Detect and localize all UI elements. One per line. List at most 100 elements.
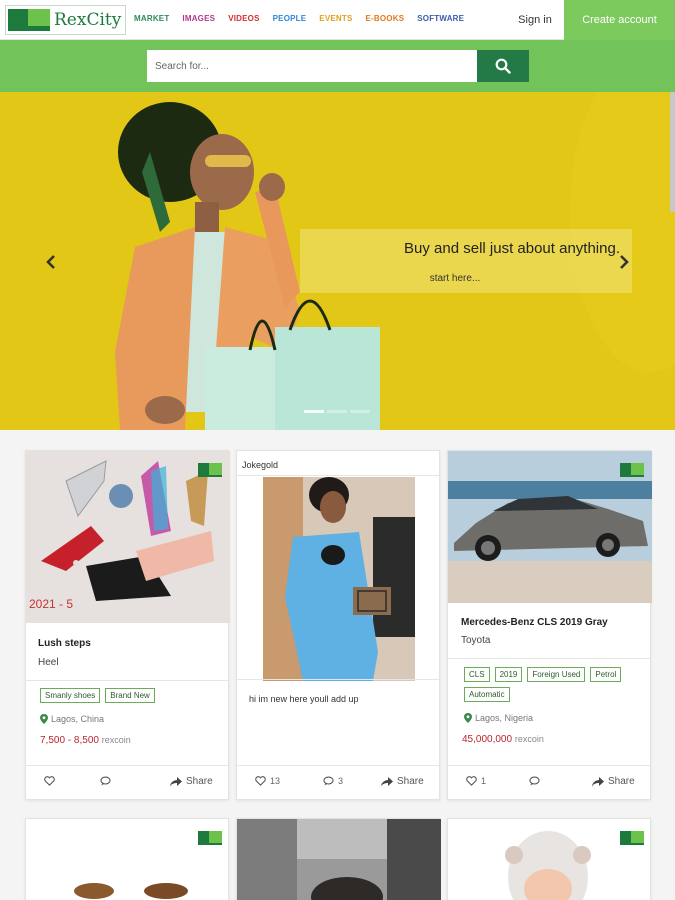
nav-videos[interactable]: VIDEOS: [228, 14, 259, 23]
hero-start-link[interactable]: start here...: [400, 273, 510, 284]
listing-card[interactable]: 2021 - 5 Lush steps Heel Smanly shoes Br…: [25, 450, 230, 800]
share-icon: [170, 776, 182, 786]
search-input[interactable]: [147, 50, 477, 82]
share-button[interactable]: Share: [381, 776, 424, 787]
comment-count: 3: [338, 776, 344, 786]
like-button[interactable]: [44, 776, 59, 786]
map-pin-icon: [40, 714, 48, 724]
card-divider: [237, 475, 439, 476]
hero-carousel: Buy and sell just about anything. start …: [0, 92, 675, 430]
comment-button[interactable]: [100, 776, 115, 786]
location: Lagos, China: [40, 714, 104, 724]
share-icon: [381, 776, 393, 786]
like-button[interactable]: 1: [466, 776, 486, 786]
share-button[interactable]: Share: [592, 776, 635, 787]
chevron-right-icon[interactable]: [617, 254, 631, 270]
nav-images[interactable]: IMAGES: [182, 14, 215, 23]
share-label: Share: [608, 776, 635, 787]
card-actions: Share: [26, 765, 228, 799]
card-divider: [26, 680, 228, 681]
search-button[interactable]: [477, 50, 529, 82]
price-value: 7,500 - 8,500: [40, 735, 99, 746]
listing-card[interactable]: Mercedes-Benz CLS 2019 Gray Toyota CLS 2…: [447, 450, 652, 800]
nav-software[interactable]: SOFTWARE: [417, 14, 464, 23]
post-card[interactable]: [236, 818, 441, 900]
share-label: Share: [186, 776, 213, 787]
sign-in-button[interactable]: Sign in: [506, 0, 564, 40]
share-icon: [592, 776, 604, 786]
post-image[interactable]: [263, 477, 415, 681]
heart-icon: [44, 776, 55, 786]
create-account-button[interactable]: Create account: [564, 0, 675, 40]
map-pin-icon: [464, 713, 472, 723]
post-image[interactable]: [237, 819, 441, 900]
price: 45,000,000 rexcoin: [462, 734, 544, 745]
carousel-indicators: [304, 410, 370, 413]
heart-icon: [255, 776, 266, 786]
card-actions: 13 3 Share: [237, 765, 439, 799]
listing-subtitle: Heel: [38, 657, 59, 668]
post-message: hi im new here youll add up: [249, 694, 359, 704]
top-navbar: RexCity MARKET IMAGES VIDEOS PEOPLE EVEN…: [0, 0, 675, 40]
card-divider: [448, 658, 650, 659]
nav-events[interactable]: EVENTS: [319, 14, 352, 23]
tag[interactable]: 2019: [494, 667, 523, 682]
like-count: 13: [270, 776, 281, 786]
price-value: 45,000,000: [462, 734, 513, 745]
tag[interactable]: CLS: [464, 667, 490, 682]
carousel-dot[interactable]: [304, 410, 324, 413]
search-bar: [0, 40, 675, 92]
listing-card[interactable]: [447, 818, 651, 900]
main-nav: MARKET IMAGES VIDEOS PEOPLE EVENTS E-BOO…: [134, 14, 477, 23]
price: 7,500 - 8,500 rexcoin: [40, 735, 131, 746]
nav-ebooks[interactable]: E-BOOKS: [366, 14, 405, 23]
location: Lagos, Nigeria: [464, 713, 533, 723]
listing-title[interactable]: Mercedes-Benz CLS 2019 Gray: [461, 617, 608, 628]
share-label: Share: [397, 776, 424, 787]
page: RexCity MARKET IMAGES VIDEOS PEOPLE EVEN…: [0, 0, 675, 900]
tag[interactable]: Foreign Used: [527, 667, 586, 682]
comment-icon: [323, 776, 334, 786]
listing-title[interactable]: Lush steps: [38, 638, 91, 649]
share-button[interactable]: Share: [170, 776, 213, 787]
listing-card[interactable]: [25, 818, 229, 900]
image-caption: 2021 - 5: [29, 597, 74, 611]
tag-list: Smanly shoes Brand New: [40, 688, 220, 703]
carousel-dot[interactable]: [327, 410, 347, 413]
tag[interactable]: Smanly shoes: [40, 688, 101, 703]
hero-title: Buy and sell just about anything.: [404, 240, 620, 257]
heart-icon: [466, 776, 477, 786]
search-icon: [495, 58, 511, 74]
carousel-dot[interactable]: [350, 410, 370, 413]
tag-list: CLS 2019 Foreign Used Petrol Automatic: [464, 667, 644, 702]
comment-button[interactable]: [529, 776, 544, 786]
listing-subtitle: Toyota: [461, 635, 491, 646]
like-button[interactable]: 13: [255, 776, 280, 786]
brand-logo[interactable]: RexCity: [5, 5, 127, 35]
nav-market[interactable]: MARKET: [134, 14, 169, 23]
comment-icon: [529, 776, 540, 786]
tag[interactable]: Brand New: [105, 688, 155, 703]
scrollbar[interactable]: [670, 92, 675, 212]
tag[interactable]: Automatic: [464, 687, 510, 702]
like-count: 1: [481, 776, 487, 786]
post-card[interactable]: Jokegold hi im new here youll add up 13 …: [236, 450, 440, 800]
location-text: Lagos, China: [51, 714, 105, 724]
location-text: Lagos, Nigeria: [475, 713, 534, 723]
brand-badge-icon: [620, 831, 644, 845]
comment-icon: [100, 776, 111, 786]
chevron-left-icon[interactable]: [44, 254, 58, 270]
currency: rexcoin: [514, 734, 544, 744]
nav-people[interactable]: PEOPLE: [273, 14, 307, 23]
card-divider: [237, 679, 439, 680]
tag[interactable]: Petrol: [590, 667, 622, 682]
poster-name[interactable]: Jokegold: [242, 460, 278, 470]
brand-badge-icon: [198, 463, 222, 477]
currency: rexcoin: [101, 735, 131, 745]
card-actions: 1 Share: [448, 765, 650, 799]
brand-name: RexCity: [54, 10, 122, 30]
brand-badge-icon: [620, 463, 644, 477]
comment-button[interactable]: 3: [323, 776, 343, 786]
product-image[interactable]: [26, 819, 230, 900]
logo-mark: [6, 6, 52, 34]
